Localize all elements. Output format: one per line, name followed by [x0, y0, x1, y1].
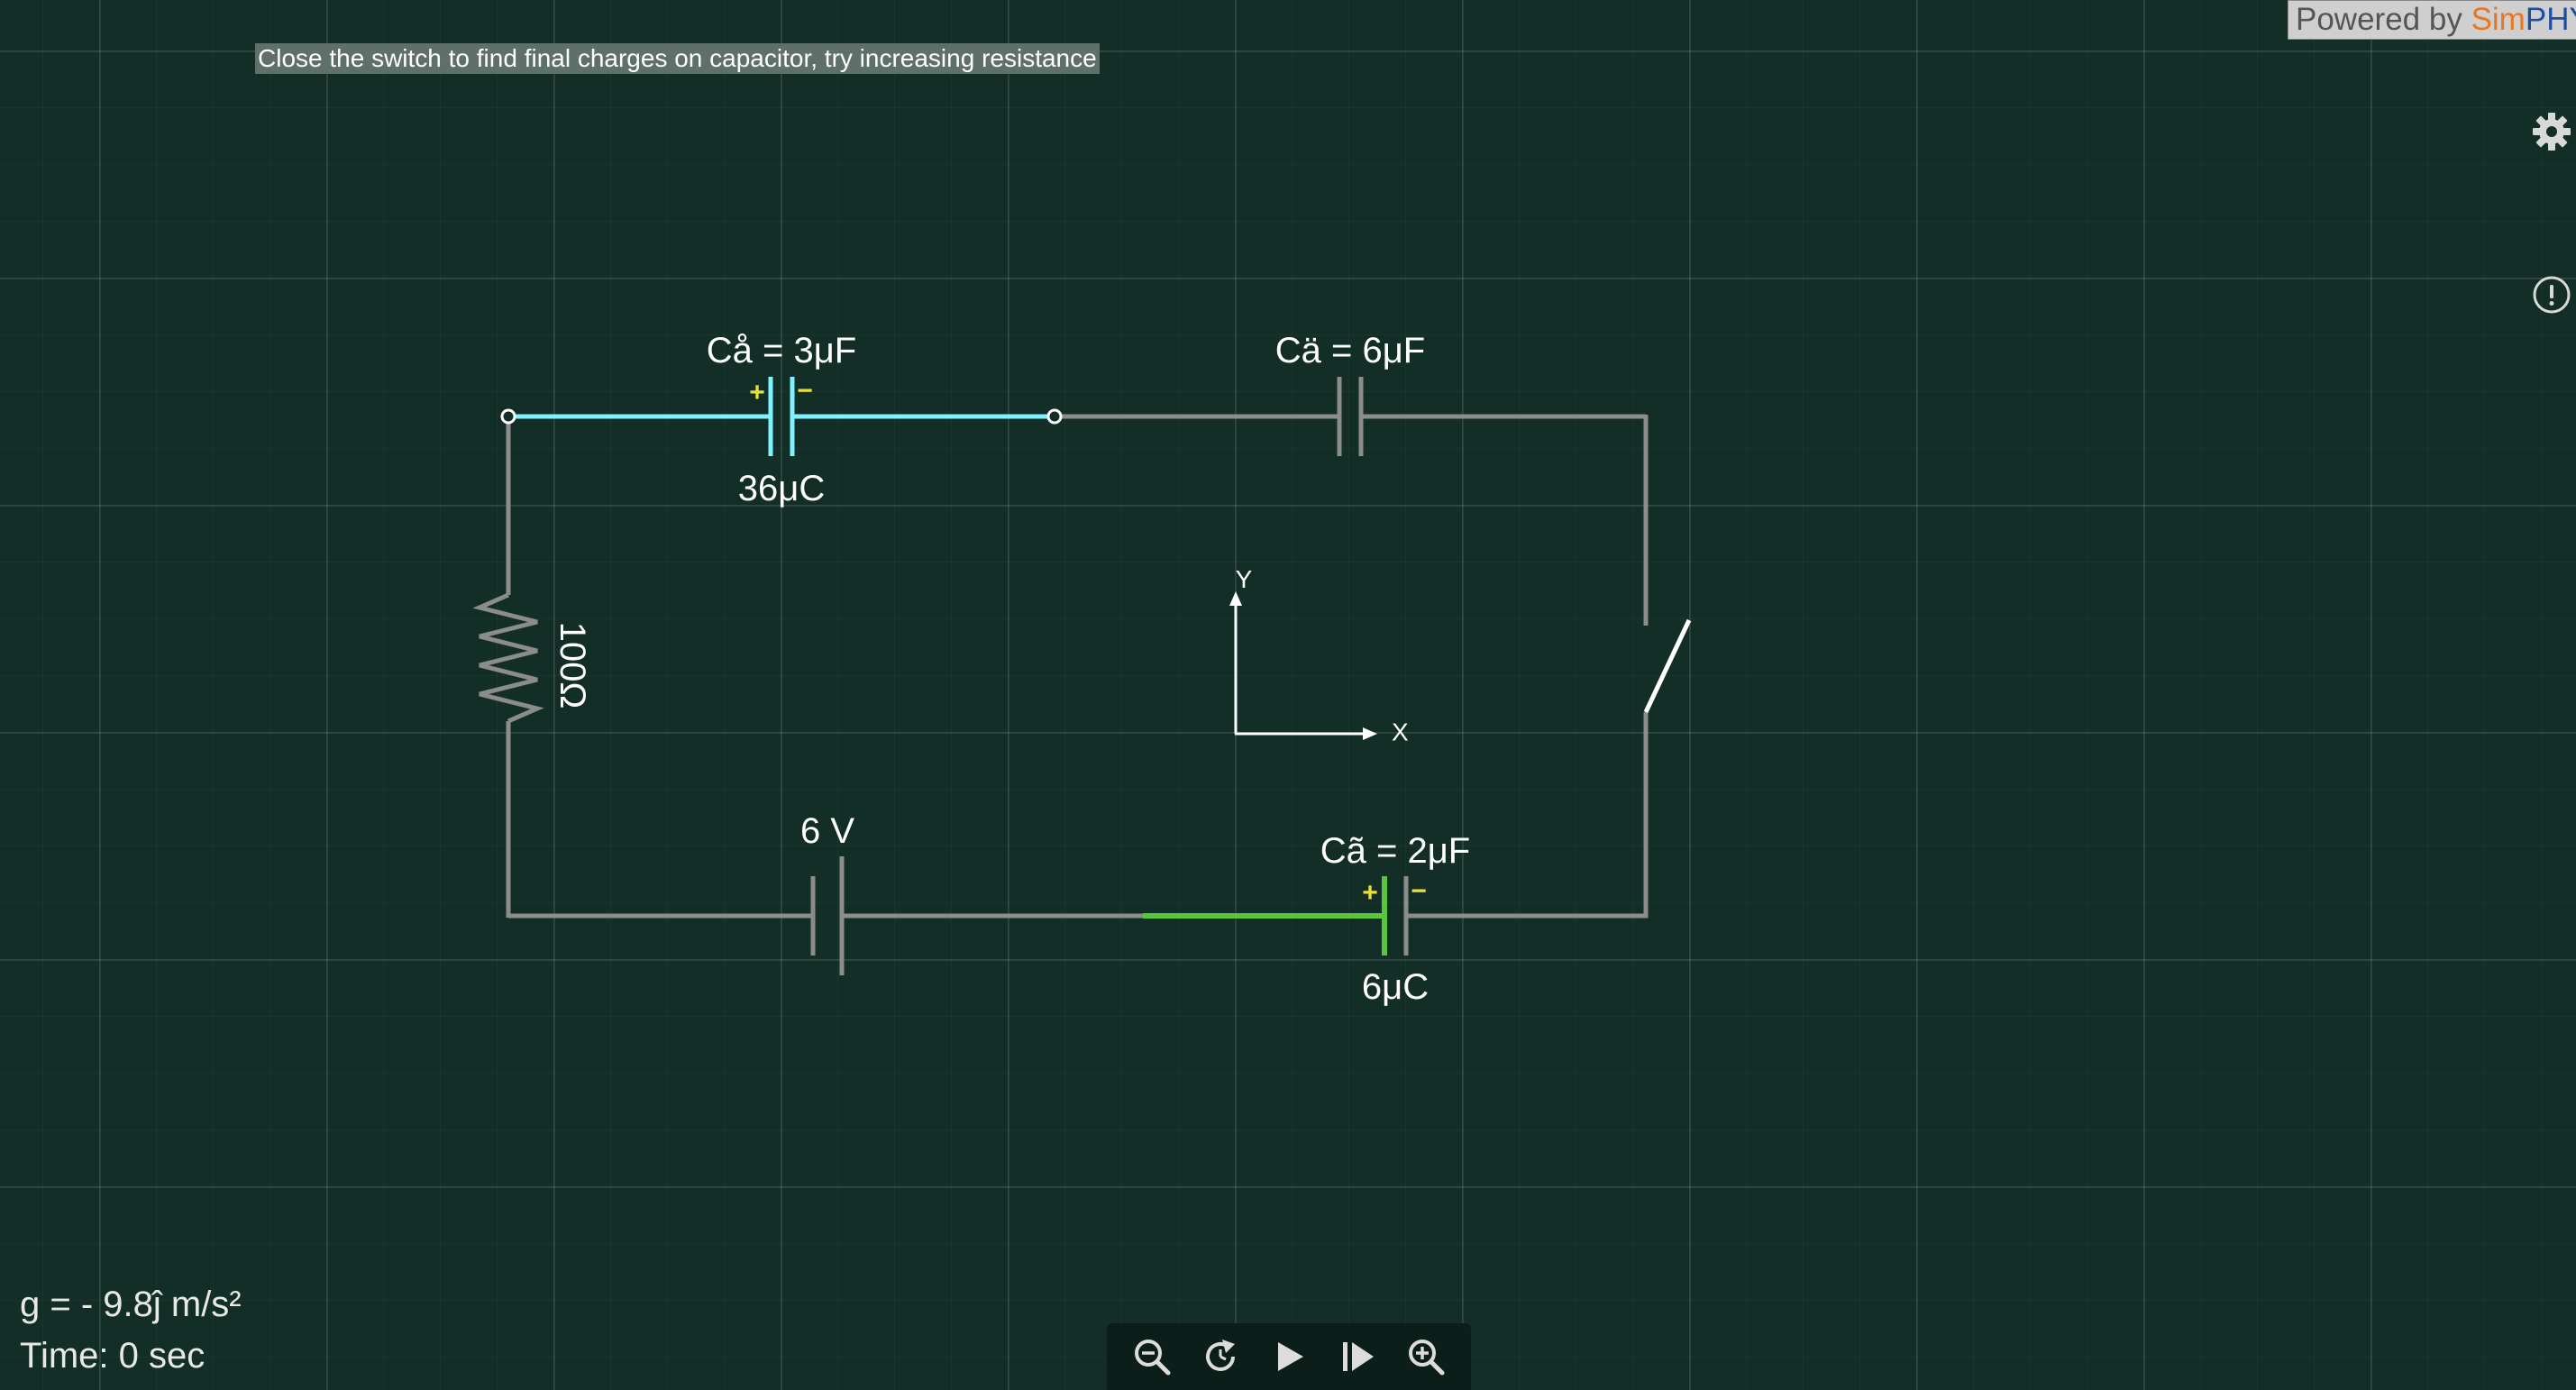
coordinate-axes: Y X	[1229, 565, 1409, 745]
play-button[interactable]	[1265, 1333, 1312, 1380]
reset-button[interactable]	[1197, 1333, 1244, 1380]
capacitor-2[interactable]: Cä = 6μF	[1055, 331, 1646, 456]
zoom-in-icon	[1409, 1340, 1445, 1376]
circuit-canvas[interactable]: Cå = 3μF + − 36μC Cä = 6μF Cã = 2μF + − …	[0, 0, 2576, 1390]
junction-node[interactable]	[1046, 408, 1063, 425]
switch[interactable]	[1643, 415, 1692, 918]
zoom-out-icon	[1135, 1340, 1171, 1376]
capacitor-1-minus: −	[797, 376, 813, 406]
reset-icon	[1206, 1340, 1235, 1371]
capacitor-3-label: Cã = 2μF	[1320, 831, 1470, 871]
capacitor-1-plus: +	[749, 378, 765, 407]
capacitor-1[interactable]: Cå = 3μF + − 36μC	[508, 331, 1055, 508]
capacitor-3-minus: −	[1411, 876, 1427, 906]
battery[interactable]: 6 V	[508, 811, 1143, 975]
playback-toolbar	[1107, 1323, 1471, 1390]
play-icon	[1278, 1342, 1303, 1371]
axis-x-label: X	[1392, 718, 1409, 745]
battery-label: 6 V	[800, 811, 854, 851]
capacitor-1-charge: 36μC	[738, 469, 825, 508]
capacitor-3[interactable]: Cã = 2μF + − 6μC	[1143, 831, 1648, 1007]
capacitor-2-label: Cä = 6μF	[1275, 331, 1425, 370]
zoom-in-button[interactable]	[1402, 1333, 1449, 1380]
step-button[interactable]	[1334, 1333, 1381, 1380]
gravity-readout: g = - 9.8ĵ m/s²	[20, 1285, 242, 1324]
time-readout: Time: 0 sec	[20, 1336, 206, 1376]
step-forward-icon	[1343, 1342, 1374, 1371]
capacitor-1-label: Cå = 3μF	[707, 331, 856, 370]
axis-y-label: Y	[1236, 565, 1253, 593]
capacitor-3-charge: 6μC	[1362, 967, 1429, 1007]
resistor[interactable]: 100Ω	[472, 416, 592, 918]
capacitor-3-plus: +	[1362, 878, 1378, 908]
junction-node[interactable]	[500, 408, 516, 425]
zoom-out-button[interactable]	[1128, 1333, 1175, 1380]
resistor-label: 100Ω	[553, 622, 592, 709]
